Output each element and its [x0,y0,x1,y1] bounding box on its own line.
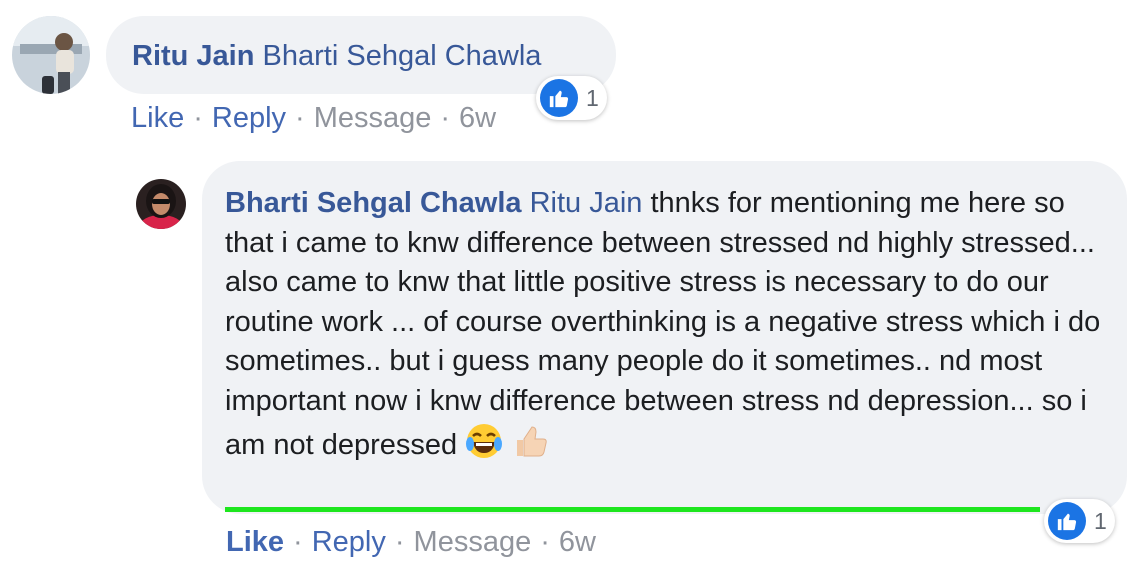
avatar-bharti-sehgal-chawla[interactable] [136,179,186,229]
timestamp[interactable]: 6w [459,102,496,134]
profile-photo-icon [136,179,186,229]
reaction-count: 1 [586,84,599,111]
author-name[interactable]: Ritu Jain [132,40,254,72]
separator-dot: · [193,102,203,134]
reaction-count-badge[interactable]: 1 [1044,499,1115,543]
separator-dot: · [440,102,451,134]
reaction-count-badge[interactable]: 1 [536,76,607,120]
thumbs-up-emoji [511,422,549,472]
reply-link[interactable]: Reply [312,526,386,558]
like-link[interactable]: Like [131,102,184,134]
highlight-underline [225,507,1040,512]
mention-link[interactable]: Ritu Jain [530,187,643,219]
reply-bubble: Bharti Sehgal Chawla Ritu Jain thnks for… [202,161,1127,514]
tears-of-joy-emoji [465,422,503,472]
reply-text: Bharti Sehgal Chawla Ritu Jain thnks for… [225,184,1105,471]
like-icon [1048,502,1086,540]
like-icon [540,79,578,117]
reply-actions: Like · Reply · Message · 6w [226,526,596,559]
mention-link[interactable]: Bharti Sehgal Chawla [263,40,542,72]
timestamp[interactable]: 6w [559,526,596,558]
message-link[interactable]: Message [314,102,432,134]
like-link[interactable]: Like [226,526,284,558]
avatar-ritu-jain[interactable] [12,16,90,94]
separator-dot: · [293,526,303,558]
separator-dot: · [540,526,550,558]
separator-dot: · [394,526,405,558]
comment-actions: Like · Reply · Message · 6w [131,102,496,135]
profile-photo-icon [12,16,90,94]
comment-body: thnks for mentioning me here so that i c… [225,187,1101,461]
separator-dot: · [295,102,305,134]
message-link[interactable]: Message [414,526,532,558]
reply-link[interactable]: Reply [212,102,286,134]
comment-bubble: Ritu Jain Bharti Sehgal Chawla [106,16,616,94]
reaction-count: 1 [1094,507,1107,534]
comment-text: Ritu Jain Bharti Sehgal Chawla [132,36,541,76]
author-name[interactable]: Bharti Sehgal Chawla [225,187,522,219]
